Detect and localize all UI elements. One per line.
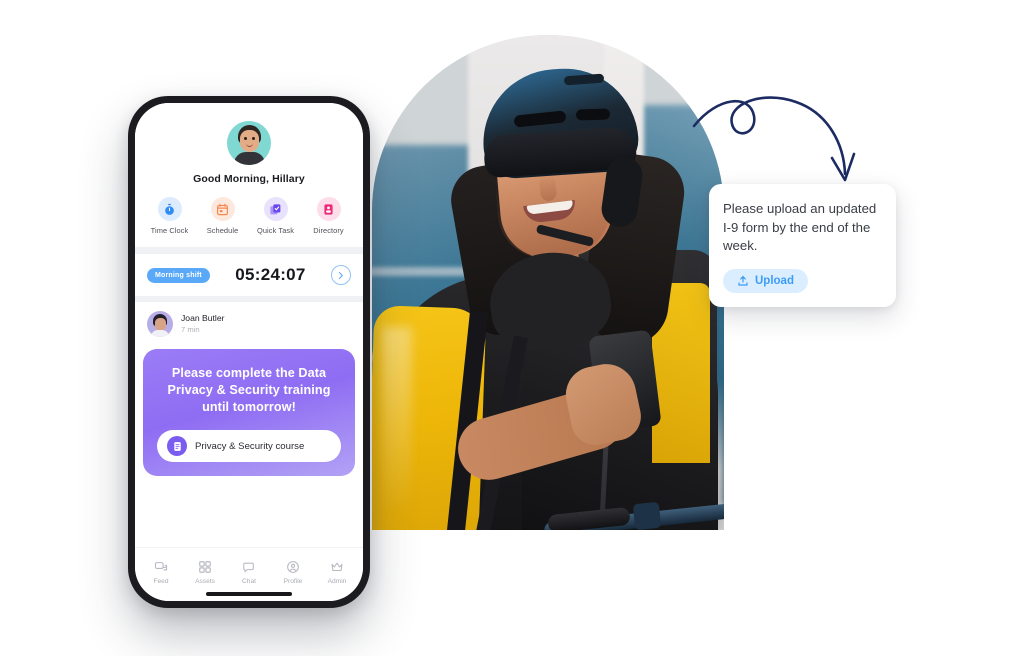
post-author-name: Joan Butler	[181, 313, 225, 324]
document-list-icon	[167, 436, 187, 456]
quick-action-label: Schedule	[206, 226, 239, 235]
shift-badge: Morning shift	[147, 267, 210, 283]
phone-screen: Good Morning, Hillary Time Clock Schedul…	[135, 103, 363, 601]
tab-label: Feed	[153, 578, 169, 585]
tab-chat[interactable]: Chat	[228, 560, 270, 585]
chevron-right-icon[interactable]	[330, 265, 351, 285]
privacy-course-button[interactable]: Privacy & Security course	[157, 430, 341, 462]
crown-icon	[331, 562, 343, 572]
quick-action-quick-task[interactable]: Quick Task	[249, 197, 302, 235]
training-promo-card: Please complete the Data Privacy & Secur…	[143, 349, 355, 476]
privacy-course-label: Privacy & Security course	[195, 440, 305, 452]
tab-label: Admin	[327, 578, 347, 585]
phone-mockup: Good Morning, Hillary Time Clock Schedul…	[128, 96, 370, 608]
task-check-icon	[263, 197, 288, 221]
greeting-text: Good Morning, Hillary	[193, 173, 305, 185]
upload-button[interactable]: Upload	[723, 269, 808, 294]
avatar[interactable]	[227, 121, 271, 165]
post-author-avatar	[147, 311, 173, 337]
person-circle-icon	[287, 561, 299, 573]
quick-action-schedule[interactable]: Schedule	[196, 197, 249, 235]
delivery-bag-highlight	[382, 327, 412, 517]
section-divider	[135, 247, 363, 254]
upload-button-label: Upload	[755, 275, 794, 288]
upload-callout-card: Please upload an updated I-9 form by the…	[709, 184, 896, 308]
callout-message: Please upload an updated I-9 form by the…	[723, 201, 877, 254]
tab-profile[interactable]: Profile	[272, 560, 314, 585]
post-meta: Joan Butler 7 min	[181, 313, 224, 335]
avatar-eye-left	[244, 137, 247, 140]
hero-photo-content	[372, 35, 724, 530]
app-header: Good Morning, Hillary	[135, 103, 363, 185]
handlebar-stem	[632, 501, 662, 530]
avatar-face	[240, 130, 259, 152]
quick-action-label: Quick Task	[256, 226, 294, 235]
tab-label: Chat	[242, 578, 256, 585]
quick-action-label: Time Clock	[150, 226, 189, 235]
post-timestamp: 7 min	[181, 324, 200, 334]
time-clock-row: Morning shift 05:24:07	[135, 254, 363, 296]
tab-admin[interactable]: Admin	[316, 560, 358, 585]
avatar-shoulders	[234, 152, 265, 165]
helmet-vent-right	[575, 108, 611, 121]
feed-icon	[154, 562, 168, 571]
upload-icon	[738, 276, 748, 286]
tab-label: Assets	[195, 578, 215, 585]
feed-post-header[interactable]: Joan Butler 7 min	[135, 302, 363, 343]
quick-action-label: Directory	[313, 226, 344, 235]
quick-action-directory[interactable]: Directory	[302, 197, 355, 235]
quick-action-time-clock[interactable]: Time Clock	[143, 197, 196, 235]
home-indicator	[206, 592, 292, 596]
timer-value: 05:24:07	[235, 265, 306, 284]
person-nose	[538, 174, 558, 202]
promo-message: Please complete the Data Privacy & Secur…	[167, 366, 331, 414]
tab-label: Profile	[283, 578, 303, 585]
chat-bubble-icon	[243, 562, 254, 573]
stopwatch-icon	[157, 197, 182, 221]
tab-assets[interactable]: Assets	[184, 560, 226, 585]
tab-feed[interactable]: Feed	[140, 560, 182, 585]
screenshot-root: Please upload an updated I-9 form by the…	[0, 0, 1024, 656]
post-avatar-body	[151, 330, 169, 337]
curved-arrow	[692, 96, 856, 182]
calendar-icon	[210, 197, 235, 221]
grid-icon	[199, 561, 211, 573]
quick-actions-row: Time Clock Schedule Quick Task Directory	[135, 185, 363, 247]
id-card-icon	[316, 197, 341, 221]
avatar-eye-right	[252, 137, 255, 140]
hero-photo	[372, 35, 724, 530]
